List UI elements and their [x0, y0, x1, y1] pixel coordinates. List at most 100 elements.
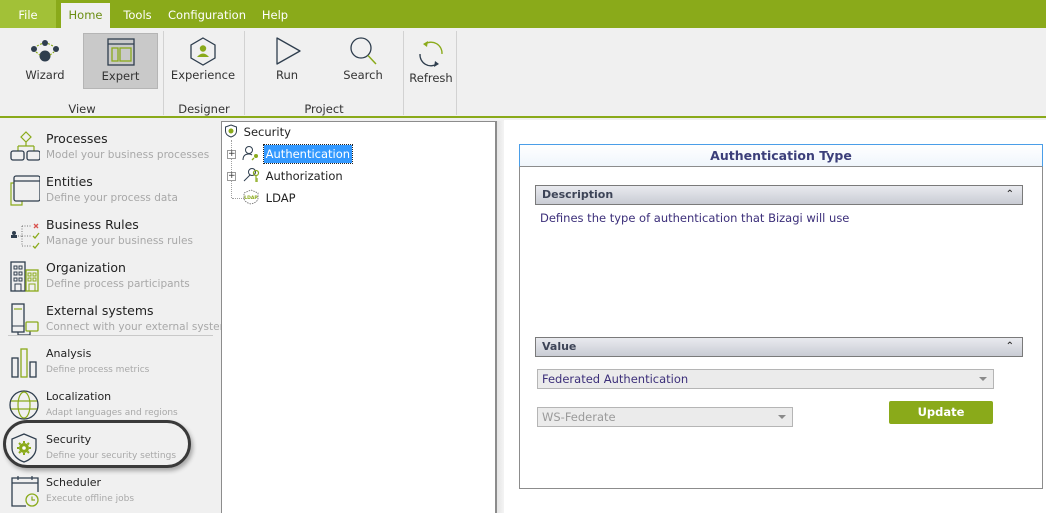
security-tree-panel: Security + Authentication + Authorizatio… [221, 121, 496, 513]
sidebar-item-title: Security [46, 433, 92, 446]
ribbon-group-view-label: View [68, 102, 96, 116]
sidebar-item-title: External systems [46, 303, 154, 318]
tree-node-label: Security [243, 125, 291, 139]
detail-panel: Authentication Type Description ⌃ Define… [504, 120, 1046, 513]
authentication-type-card: Authentication Type Description ⌃ Define… [519, 144, 1043, 489]
sidebar-item-analysis[interactable]: Analysis Define process metrics [0, 341, 218, 384]
expert-button[interactable]: Expert [83, 33, 158, 89]
globe-icon [9, 390, 39, 420]
sidebar-item-security[interactable]: Security Define your security settings [0, 427, 218, 470]
sidebar-item-title: Scheduler [46, 476, 102, 489]
tree-node-security[interactable]: Security [224, 123, 293, 141]
description-section-header[interactable]: Description ⌃ [535, 185, 1023, 205]
collapse-chevron-icon[interactable]: ⌃ [1006, 338, 1014, 356]
ribbon: Wizard Expert View Experience Designer R… [0, 28, 1046, 118]
sidebar-item-business-rules[interactable]: Business Rules Manage your business rule… [0, 212, 218, 255]
tree-node-label: LDAP [265, 191, 296, 205]
ribbon-group-designer-label: Designer [178, 102, 230, 116]
run-button[interactable]: Run [262, 33, 312, 89]
search-button[interactable]: Search [336, 33, 390, 89]
section-title: Description [542, 188, 614, 201]
sidebar-item-subtitle: Model your business processes [46, 149, 210, 161]
sidebar-item-title: Processes [46, 131, 108, 146]
sidebar-divider [8, 335, 213, 336]
sidebar-item-title: Entities [46, 174, 93, 189]
authentication-type-dropdown[interactable]: Federated Authentication [537, 369, 994, 389]
external-systems-icon [11, 303, 39, 336]
sidebar-item-title: Business Rules [46, 217, 139, 232]
menu-tab-home[interactable]: Home [61, 3, 110, 28]
sidebar-item-subtitle: Adapt languages and regions [46, 408, 178, 418]
dropdown-arrow-icon [778, 415, 786, 419]
dropdown-arrow-icon [979, 377, 987, 381]
wizard-button[interactable]: Wizard [16, 33, 74, 89]
ribbon-separator [456, 31, 457, 115]
sidebar-item-subtitle: Define your security settings [46, 451, 177, 461]
dropdown-value: WS-Federate [542, 410, 616, 424]
description-text: Defines the type of authentication that … [540, 211, 850, 225]
play-icon [276, 37, 301, 65]
refresh-button[interactable]: Refresh [407, 36, 455, 92]
svg-text:LDAP: LDAP [244, 195, 258, 201]
left-navigation: Processes Model your business processes … [0, 120, 235, 513]
entities-icon [10, 175, 40, 206]
scheduler-icon [11, 476, 39, 507]
refresh-label: Refresh [409, 71, 453, 85]
ribbon-group-project-label: Project [304, 102, 344, 116]
search-label: Search [343, 68, 383, 82]
tree-node-authentication[interactable]: Authentication [242, 144, 354, 164]
refresh-icon [419, 41, 443, 67]
wizard-icon [31, 40, 59, 62]
section-title: Value [542, 340, 577, 353]
update-button[interactable]: Update [889, 401, 993, 424]
sidebar-item-localization[interactable]: Localization Adapt languages and regions [0, 384, 218, 427]
dropdown-value: Federated Authentication [542, 372, 689, 386]
menu-tab-tools[interactable]: Tools [115, 3, 160, 28]
business-rules-icon [11, 223, 40, 249]
menu-tab-file[interactable]: File [0, 0, 56, 28]
experience-button[interactable]: Experience [170, 33, 236, 89]
processes-icon [10, 131, 40, 161]
experience-label: Experience [170, 68, 236, 82]
menu-bar: File Home Tools Configuration Help [0, 0, 1046, 28]
expert-label: Expert [101, 69, 140, 83]
value-section-header[interactable]: Value ⌃ [535, 337, 1023, 357]
security-shield-icon [11, 433, 37, 463]
security-shield-icon [225, 124, 237, 138]
ribbon-separator [403, 31, 404, 115]
sidebar-item-subtitle: Connect with your external systems [46, 321, 236, 333]
tree-node-ldap[interactable]: LDAP LDAP [242, 189, 298, 207]
collapse-chevron-icon[interactable]: ⌃ [1006, 186, 1014, 204]
tree-node-label: Authentication [262, 144, 354, 164]
sidebar-item-subtitle: Execute offline jobs [46, 494, 135, 504]
sidebar-item-title: Analysis [46, 347, 92, 360]
sidebar-item-subtitle: Define your process data [46, 192, 178, 204]
expand-authentication-toggle[interactable]: + [227, 150, 236, 159]
tree-node-authorization[interactable]: Authorization [242, 167, 345, 185]
expand-authorization-toggle[interactable]: + [227, 172, 236, 181]
search-icon [350, 37, 377, 65]
sidebar-item-subtitle: Define process participants [46, 278, 190, 290]
wizard-label: Wizard [25, 68, 65, 82]
analysis-icon [11, 348, 37, 378]
sidebar-item-scheduler[interactable]: Scheduler Execute offline jobs [0, 470, 218, 513]
card-title: Authentication Type [519, 144, 1043, 167]
expert-layout-icon [106, 38, 135, 66]
sidebar-item-subtitle: Manage your business rules [46, 235, 193, 247]
bizagi-studio-window: File Home Tools Configuration Help Wizar… [0, 0, 1046, 513]
authorization-key-icon [243, 168, 260, 182]
authentication-user-key-icon [242, 146, 258, 161]
sidebar-item-entities[interactable]: Entities Define your process data [0, 169, 218, 212]
menu-tab-configuration[interactable]: Configuration [166, 3, 248, 28]
tree-node-label: Authorization [265, 169, 343, 183]
sidebar-item-organization[interactable]: Organization Define process participants [0, 255, 218, 298]
panel-splitter[interactable] [496, 121, 504, 513]
sidebar-item-title: Localization [46, 390, 112, 403]
menu-tab-help[interactable]: Help [255, 3, 295, 28]
sidebar-item-title: Organization [46, 260, 126, 275]
protocol-dropdown[interactable]: WS-Federate [537, 407, 793, 427]
experience-hexagon-icon [190, 37, 216, 66]
sidebar-item-processes[interactable]: Processes Model your business processes [0, 126, 218, 169]
sidebar-item-subtitle: Define process metrics [46, 365, 150, 375]
organization-icon [10, 261, 39, 292]
